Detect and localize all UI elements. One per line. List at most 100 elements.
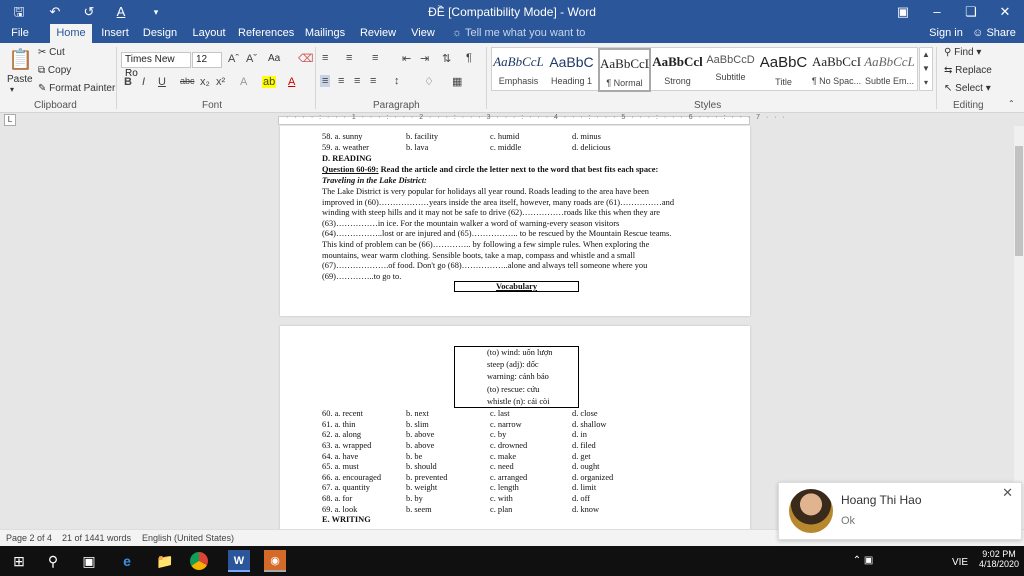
align-center-icon[interactable]: ≡ xyxy=(338,75,344,87)
tab-stop-icon[interactable]: L xyxy=(4,114,16,126)
clock[interactable]: 9:02 PM 4/18/2020 xyxy=(978,549,1020,569)
tab-home[interactable]: Home xyxy=(50,24,92,43)
style-subtitle[interactable]: AaBbCcD Subtitle xyxy=(704,48,757,92)
ribbon-display-icon[interactable]: ▣ xyxy=(886,0,920,24)
align-left-icon[interactable]: ≡ xyxy=(320,75,331,87)
tab-insert[interactable]: Insert xyxy=(96,24,134,43)
question-instruction: Question 60-69: Read the article and cir… xyxy=(322,165,659,174)
style-no-spacing[interactable]: AaBbCcI ¶ No Spac... xyxy=(810,48,863,92)
tab-mailings[interactable]: Mailings xyxy=(302,24,348,43)
article-body: The Lake District is very popular for ho… xyxy=(322,187,675,281)
word-icon[interactable]: W xyxy=(228,550,250,572)
italic-icon[interactable]: I xyxy=(142,76,145,88)
file-explorer-icon[interactable]: 📁 xyxy=(154,550,176,572)
bold-icon[interactable]: B xyxy=(124,76,132,88)
windows-start-icon[interactable]: ⊞ xyxy=(8,550,30,572)
edge-icon[interactable]: e xyxy=(116,550,138,572)
chat-notification[interactable]: Hoang Thi Hao Ok ✕ xyxy=(778,482,1022,540)
styles-more-icon[interactable]: ▲ ▼ ▾ xyxy=(919,47,933,91)
style-strong[interactable]: AaBbCcl Strong xyxy=(651,48,704,92)
shading-icon[interactable]: ♢ xyxy=(424,75,434,88)
tray-icons[interactable]: ⌃ ▣ ♫ xyxy=(852,550,874,572)
multilevel-list-icon[interactable]: ≡ xyxy=(372,52,378,64)
replace-icon: ⇆ xyxy=(944,65,956,76)
close-icon[interactable]: ✕ xyxy=(1002,485,1013,501)
borders-icon[interactable]: ▦ xyxy=(452,75,462,88)
collapse-ribbon-icon[interactable]: ⌃ xyxy=(1008,99,1015,108)
window-title: ĐỀ [Compatibility Mode] - Word xyxy=(428,5,596,19)
tab-view[interactable]: View xyxy=(406,24,440,43)
font-name-box[interactable]: Times New Ro xyxy=(121,52,191,79)
chrome-icon[interactable] xyxy=(190,552,208,570)
clear-formatting-icon[interactable]: ⌫ xyxy=(298,52,314,65)
tell-me-box[interactable]: ☼ Tell me what you want to do... xyxy=(452,24,602,58)
vocabulary-box: (to) wind: uốn lượn steep (adj): dốc war… xyxy=(454,346,579,408)
vocabulary-heading: Vocabulary xyxy=(454,281,579,292)
sort-icon[interactable]: ⇅ xyxy=(442,52,451,65)
paste-icon[interactable]: 📋 xyxy=(8,47,33,73)
strikethrough-icon[interactable]: abc xyxy=(180,76,195,86)
bullets-icon[interactable]: ≡ xyxy=(322,52,328,64)
document-area[interactable]: 58. a. sunny b. facility c. humid d. minus … xyxy=(0,126,1014,529)
style-normal[interactable]: AaBbCcL ¶ Normal xyxy=(598,48,651,92)
decrease-indent-icon[interactable]: ⇤ xyxy=(402,52,411,65)
style-emphasis[interactable]: AaBbCcL Emphasis xyxy=(492,48,545,92)
pilcrow-icon[interactable]: ¶ xyxy=(466,52,472,64)
tab-file[interactable]: File xyxy=(2,24,38,43)
scissors-icon: ✂ xyxy=(38,47,50,58)
numbering-icon[interactable]: ≡ xyxy=(346,52,352,64)
underline-icon[interactable]: U xyxy=(158,76,166,88)
chat-app-icon[interactable]: ◉ xyxy=(264,550,286,572)
restore-icon[interactable]: ❏ xyxy=(954,0,988,24)
clipboard-label: Clipboard xyxy=(34,100,77,111)
paste-dropdown-icon[interactable]: ▾ xyxy=(10,85,14,94)
vertical-scrollbar[interactable] xyxy=(1014,126,1024,529)
word-count[interactable]: 21 of 1441 words xyxy=(62,533,131,543)
style-title[interactable]: AaBbC Title xyxy=(757,48,810,92)
font-color-button-icon[interactable]: A xyxy=(288,76,295,88)
close-icon[interactable]: ✕ xyxy=(988,0,1022,24)
sender-name: Hoang Thi Hao xyxy=(841,493,922,507)
search-icon: ⚲ xyxy=(944,47,955,58)
copy-button[interactable]: ⧉ Copy xyxy=(38,65,71,76)
tab-design[interactable]: Design xyxy=(140,24,180,43)
text-effects-icon[interactable]: A xyxy=(240,76,247,88)
line-spacing-icon[interactable]: ↕ xyxy=(394,75,400,87)
divider xyxy=(486,47,487,109)
language-status[interactable]: English (United States) xyxy=(142,533,234,543)
replace-button[interactable]: ⇆ Replace xyxy=(944,65,992,76)
subscript-icon[interactable]: x₂ xyxy=(200,76,210,88)
minimize-icon[interactable]: – xyxy=(920,0,954,24)
grow-font-icon[interactable]: Aˆ xyxy=(228,53,239,65)
find-button[interactable]: ⚲ Find ▾ xyxy=(944,47,981,58)
page-count[interactable]: Page 2 of 4 xyxy=(6,533,52,543)
change-case-button[interactable]: Aa xyxy=(268,53,280,64)
tab-layout[interactable]: Layout xyxy=(188,24,230,43)
justify-icon[interactable]: ≡ xyxy=(370,75,376,87)
input-language[interactable]: VIE xyxy=(950,552,970,574)
style-heading-1[interactable]: AaBbC Heading 1 xyxy=(545,48,598,92)
paste-button[interactable]: Paste xyxy=(7,74,33,85)
sign-in-link[interactable]: Sign in xyxy=(928,24,964,43)
style-subtle-emphasis[interactable]: AaBbCcL Subtle Em... xyxy=(863,48,916,92)
format-painter-button[interactable]: ✎ Format Painter xyxy=(38,83,115,94)
increase-indent-icon[interactable]: ⇥ xyxy=(420,52,429,65)
scrollbar-thumb[interactable] xyxy=(1015,146,1023,256)
tab-review[interactable]: Review xyxy=(356,24,400,43)
font-size-box[interactable]: 12 xyxy=(192,52,222,68)
page-2: (to) wind: uốn lượn steep (adj): dốc war… xyxy=(280,326,750,529)
copy-icon: ⧉ xyxy=(38,65,48,76)
divider xyxy=(116,47,117,109)
cut-button[interactable]: ✂ Cut xyxy=(38,47,65,58)
person-icon: ☺ xyxy=(972,27,987,39)
title-bar: 🖫 ↶ ↺ A ▾ ĐỀ [Compatibility Mode] - Word… xyxy=(0,0,1024,24)
tab-references[interactable]: References xyxy=(238,24,294,43)
shrink-font-icon[interactable]: Aˇ xyxy=(246,53,257,65)
search-icon[interactable]: ⚲ xyxy=(42,550,64,572)
task-view-icon[interactable]: ▣ xyxy=(78,550,100,572)
superscript-icon[interactable]: x² xyxy=(216,76,225,88)
highlight-icon[interactable]: ab xyxy=(262,76,277,88)
select-button[interactable]: ↖ Select ▾ xyxy=(944,83,991,94)
share-button[interactable]: ☺ Share xyxy=(970,24,1018,43)
align-right-icon[interactable]: ≡ xyxy=(354,75,360,87)
